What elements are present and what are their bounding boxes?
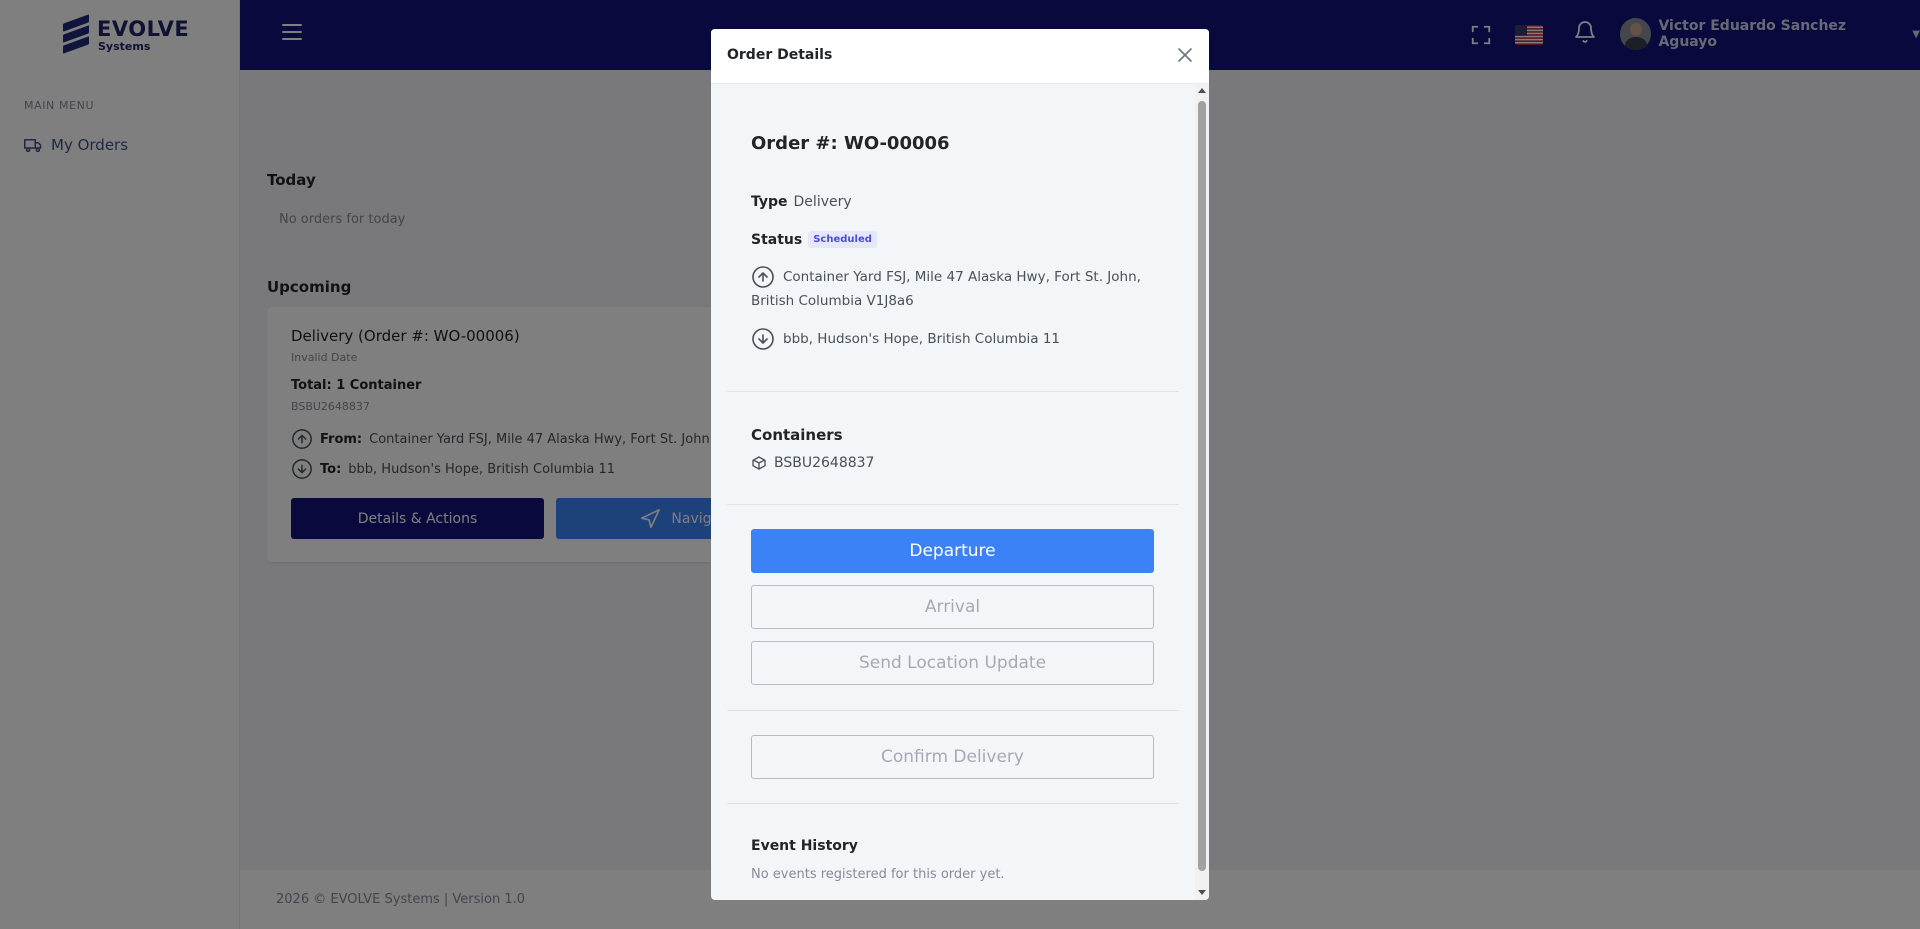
box-icon xyxy=(752,456,766,470)
modal-header: Order Details xyxy=(711,29,1209,84)
order-details-modal: Order Details Order #: WO-00006 Type Del… xyxy=(711,29,1209,900)
divider xyxy=(727,803,1179,804)
order-status: Status Scheduled xyxy=(751,231,877,248)
scroll-thumb[interactable] xyxy=(1198,101,1206,871)
order-type: Type Delivery xyxy=(751,194,852,210)
delivery-address: bbb, Hudson's Hope, British Columbia 11 xyxy=(751,327,1151,351)
status-badge: Scheduled xyxy=(808,231,877,248)
arrow-up-circle-icon xyxy=(752,266,774,288)
confirm-delivery-button[interactable]: Confirm Delivery xyxy=(751,735,1154,779)
divider xyxy=(727,391,1179,392)
delivery-address-text: bbb, Hudson's Hope, British Columbia 11 xyxy=(783,331,1061,347)
event-history-title: Event History xyxy=(751,838,858,854)
event-history-empty: No events registered for this order yet. xyxy=(751,867,1005,882)
divider xyxy=(727,710,1179,711)
type-value: Delivery xyxy=(793,194,852,210)
divider xyxy=(727,504,1179,505)
departure-button[interactable]: Departure xyxy=(751,529,1154,573)
pickup-address: Container Yard FSJ, Mile 47 Alaska Hwy, … xyxy=(751,265,1151,313)
arrow-down-circle-icon xyxy=(752,328,774,350)
modal-scrollbar[interactable] xyxy=(1195,84,1209,900)
send-location-update-button[interactable]: Send Location Update xyxy=(751,641,1154,685)
order-number: Order #: WO-00006 xyxy=(751,133,950,154)
scroll-down-arrow-icon[interactable] xyxy=(1198,890,1206,895)
containers-title: Containers xyxy=(751,426,843,444)
close-icon[interactable] xyxy=(1175,45,1195,65)
pickup-address-text: Container Yard FSJ, Mile 47 Alaska Hwy, … xyxy=(751,269,1141,309)
modal-title: Order Details xyxy=(727,47,833,63)
container-id: BSBU2648837 xyxy=(774,455,875,471)
modal-body: Order #: WO-00006 Type Delivery Status S… xyxy=(711,84,1195,900)
type-label: Type xyxy=(751,194,788,210)
container-item: BSBU2648837 xyxy=(751,455,874,471)
status-label: Status xyxy=(751,231,803,248)
arrival-button[interactable]: Arrival xyxy=(751,585,1154,629)
scroll-up-arrow-icon[interactable] xyxy=(1198,88,1206,93)
